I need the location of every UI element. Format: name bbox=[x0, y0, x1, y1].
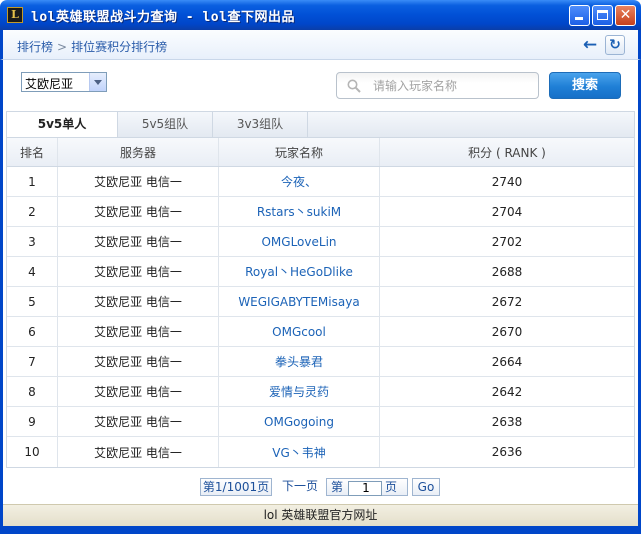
search-box bbox=[336, 72, 539, 99]
player-link[interactable]: VG丶韦神 bbox=[218, 437, 379, 467]
search-icon bbox=[347, 79, 361, 93]
player-link[interactable]: Rstars丶sukiM bbox=[218, 197, 379, 226]
table-row: 9 艾欧尼亚 电信一 OMGogoing 2638 bbox=[7, 407, 634, 437]
server-select-value: 艾欧尼亚 bbox=[25, 77, 74, 91]
player-link[interactable]: OMGLoveLin bbox=[218, 227, 379, 256]
server-cell: 艾欧尼亚 电信一 bbox=[57, 437, 218, 467]
back-button[interactable]: ← bbox=[581, 35, 599, 55]
window-frame-bottom bbox=[0, 526, 641, 534]
window-frame-left bbox=[0, 60, 3, 534]
table-header: 排名 服务器 玩家名称 积分 ( RANK ) bbox=[7, 138, 634, 167]
go-button[interactable]: Go bbox=[412, 478, 440, 496]
score-cell: 2670 bbox=[379, 317, 634, 346]
minimize-button[interactable] bbox=[569, 5, 590, 26]
player-link[interactable]: 今夜、 bbox=[218, 167, 379, 196]
score-cell: 2672 bbox=[379, 287, 634, 316]
ranking-table: 排名 服务器 玩家名称 积分 ( RANK ) 1 艾欧尼亚 电信一 今夜、 2… bbox=[6, 137, 635, 468]
header-server: 服务器 bbox=[57, 138, 218, 166]
arrow-left-icon: ← bbox=[582, 35, 598, 55]
next-page-link[interactable]: 下一页 bbox=[280, 478, 320, 496]
table-row: 5 艾欧尼亚 电信一 WEGIGABYTEMisaya 2672 bbox=[7, 287, 634, 317]
rank-cell: 7 bbox=[28, 354, 36, 369]
table-row: 2 艾欧尼亚 电信一 Rstars丶sukiM 2704 bbox=[7, 197, 634, 227]
table-row: 6 艾欧尼亚 电信一 OMGcool 2670 bbox=[7, 317, 634, 347]
server-cell: 艾欧尼亚 电信一 bbox=[57, 347, 218, 376]
header-rank: 排名 bbox=[19, 145, 44, 160]
score-cell: 2740 bbox=[379, 167, 634, 196]
breadcrumb-root-link[interactable]: 排行榜 bbox=[17, 40, 53, 54]
player-link[interactable]: WEGIGABYTEMisaya bbox=[218, 287, 379, 316]
app-logo-icon: L bbox=[7, 7, 23, 23]
server-cell: 艾欧尼亚 电信一 bbox=[57, 287, 218, 316]
breadcrumb-bar: 排行榜 > 排位赛积分排行榜 ← ↻ bbox=[0, 30, 641, 60]
pagination: 第1/1001页 下一页 第 1 页 Go bbox=[0, 478, 641, 496]
table-row: 3 艾欧尼亚 电信一 OMGLoveLin 2702 bbox=[7, 227, 634, 257]
refresh-icon: ↻ bbox=[609, 37, 621, 53]
breadcrumb: 排行榜 > 排位赛积分排行榜 bbox=[17, 38, 167, 55]
rank-cell: 1 bbox=[28, 174, 36, 189]
close-button[interactable]: ✕ bbox=[615, 5, 636, 26]
rank-cell: 9 bbox=[28, 414, 36, 429]
player-link[interactable]: OMGcool bbox=[218, 317, 379, 346]
goto-suffix-label: 页 bbox=[385, 480, 398, 494]
window-controls: ✕ bbox=[569, 5, 636, 26]
breadcrumb-current: 排位赛积分排行榜 bbox=[71, 40, 168, 54]
window-titlebar: L lol英雄联盟战斗力查询 - lol查下网出品 ✕ bbox=[0, 0, 641, 30]
server-cell: 艾欧尼亚 电信一 bbox=[57, 227, 218, 256]
tab-5v5-solo[interactable]: 5v5单人 bbox=[7, 112, 118, 139]
table-row: 8 艾欧尼亚 电信一 爱情与灵药 2642 bbox=[7, 377, 634, 407]
server-cell: 艾欧尼亚 电信一 bbox=[57, 377, 218, 406]
close-icon: ✕ bbox=[619, 7, 632, 23]
player-link[interactable]: 拳头暴君 bbox=[218, 347, 379, 376]
maximize-icon bbox=[597, 10, 608, 20]
score-cell: 2704 bbox=[379, 197, 634, 226]
window-title: lol英雄联盟战斗力查询 - lol查下网出品 bbox=[31, 9, 295, 25]
rank-cell: 4 bbox=[28, 264, 36, 279]
tab-5v5-team[interactable]: 5v5组队 bbox=[118, 112, 213, 138]
goto-page-input[interactable]: 1 bbox=[348, 481, 382, 496]
server-select[interactable]: 艾欧尼亚 bbox=[21, 72, 107, 92]
score-cell: 2702 bbox=[379, 227, 634, 256]
table-row: 1 艾欧尼亚 电信一 今夜、 2740 bbox=[7, 167, 634, 197]
maximize-button[interactable] bbox=[592, 5, 613, 26]
server-cell: 艾欧尼亚 电信一 bbox=[57, 317, 218, 346]
chevron-down-icon[interactable] bbox=[89, 73, 106, 91]
table-row: 7 艾欧尼亚 电信一 拳头暴君 2664 bbox=[7, 347, 634, 377]
footer-link[interactable]: lol 英雄联盟官方网址 bbox=[3, 504, 638, 526]
goto-page-box: 第 1 页 bbox=[326, 478, 408, 496]
tab-3v3-team[interactable]: 3v3组队 bbox=[213, 112, 308, 138]
rank-cell: 3 bbox=[28, 234, 36, 249]
server-cell: 艾欧尼亚 电信一 bbox=[57, 257, 218, 286]
goto-prefix-label: 第 bbox=[331, 480, 344, 494]
rank-cell: 6 bbox=[28, 324, 36, 339]
rank-cell: 8 bbox=[28, 384, 36, 399]
score-cell: 2638 bbox=[379, 407, 634, 436]
table-row: 4 艾欧尼亚 电信一 Royal丶HeGoDlike 2688 bbox=[7, 257, 634, 287]
rank-cell: 10 bbox=[24, 445, 40, 459]
page-info: 第1/1001页 bbox=[200, 478, 272, 496]
score-cell: 2636 bbox=[379, 437, 634, 467]
server-cell: 艾欧尼亚 电信一 bbox=[57, 407, 218, 436]
player-link[interactable]: OMGogoing bbox=[218, 407, 379, 436]
search-button[interactable]: 搜索 bbox=[549, 72, 621, 99]
score-cell: 2664 bbox=[379, 347, 634, 376]
refresh-button[interactable]: ↻ bbox=[605, 35, 625, 55]
rank-cell: 2 bbox=[28, 204, 36, 219]
player-link[interactable]: Royal丶HeGoDlike bbox=[218, 257, 379, 286]
tab-bar: 5v5单人 5v5组队 3v3组队 bbox=[6, 111, 635, 139]
breadcrumb-separator: > bbox=[57, 40, 68, 54]
search-input[interactable] bbox=[373, 78, 533, 94]
table-row: 10 艾欧尼亚 电信一 VG丶韦神 2636 bbox=[7, 437, 634, 467]
minimize-icon bbox=[575, 17, 583, 20]
score-cell: 2642 bbox=[379, 377, 634, 406]
rank-cell: 5 bbox=[28, 294, 36, 309]
score-cell: 2688 bbox=[379, 257, 634, 286]
server-cell: 艾欧尼亚 电信一 bbox=[57, 167, 218, 196]
server-cell: 艾欧尼亚 电信一 bbox=[57, 197, 218, 226]
player-link[interactable]: 爱情与灵药 bbox=[218, 377, 379, 406]
header-player: 玩家名称 bbox=[218, 138, 379, 166]
header-score: 积分 ( RANK ) bbox=[379, 138, 634, 166]
